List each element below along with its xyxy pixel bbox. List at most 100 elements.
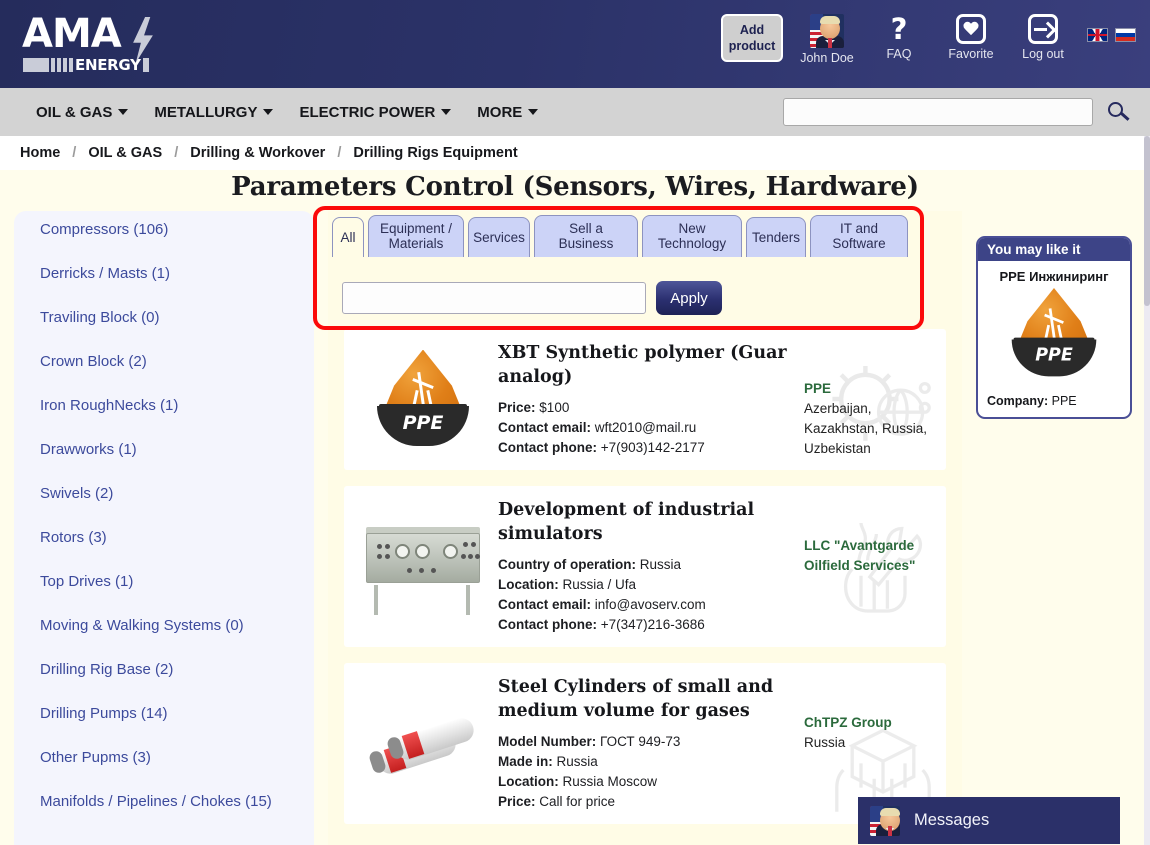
- breadcrumb-separator: /: [72, 145, 77, 161]
- breadcrumb: Home / OIL & GAS / Drilling & Workover /…: [0, 136, 1150, 170]
- spec-label: Contact phone:: [498, 617, 597, 632]
- ppe-logo-image[interactable]: PPE: [978, 288, 1130, 388]
- recommendation-company: Company: PPE: [978, 388, 1130, 408]
- nav-item-metallurgy[interactable]: METALLURGY: [154, 103, 274, 121]
- apply-button[interactable]: Apply: [656, 281, 722, 315]
- sidebar-item-rotors[interactable]: Rotors (3): [40, 529, 314, 547]
- sidebar-item-moving-walking-systems[interactable]: Moving & Walking Systems (0): [40, 617, 314, 635]
- control-panel-photo[interactable]: [358, 498, 488, 635]
- tab-sell-a-business[interactable]: Sell a Business: [534, 215, 638, 257]
- tab-all[interactable]: All: [332, 217, 364, 257]
- logout-link[interactable]: Log out: [1015, 14, 1071, 61]
- spec-value: +7(903)142-2177: [600, 440, 705, 455]
- sidebar-item-crown-block[interactable]: Crown Block (2): [40, 353, 314, 371]
- chevron-down-icon: [441, 109, 452, 115]
- page-root: AMA ENERGY Add product John Doe ? FAQ Fa…: [0, 0, 1150, 845]
- breadcrumb-separator: /: [337, 145, 342, 161]
- logo-text-energy: ENERGY: [75, 56, 141, 74]
- company-name[interactable]: LLC "Avantgarde Oilfield Services": [804, 536, 932, 576]
- search-input[interactable]: [784, 99, 1092, 125]
- question-mark-icon: ?: [890, 12, 908, 46]
- listing-spec: Made in: Russia: [498, 752, 932, 772]
- spec-value: Russia: [639, 557, 682, 572]
- tab-tenders[interactable]: Tenders: [746, 217, 806, 257]
- search-box[interactable]: [783, 98, 1093, 126]
- spec-value: info@avoserv.com: [594, 597, 706, 612]
- page-title: Parameters Control (Sensors, Wires, Hard…: [231, 172, 919, 202]
- site-logo[interactable]: AMA ENERGY: [22, 13, 168, 75]
- listing-company[interactable]: PPE Azerbaijan, Kazakhstan, Russia, Uzbe…: [804, 379, 932, 459]
- spec-label: Contact email:: [498, 597, 592, 612]
- user-profile-link[interactable]: John Doe: [799, 14, 855, 65]
- spec-value: Russia / Ufa: [562, 577, 637, 592]
- messages-bar[interactable]: Messages: [858, 797, 1120, 844]
- nav-label: METALLURGY: [154, 103, 258, 121]
- listing-company[interactable]: ChTPZ Group Russia: [804, 713, 932, 753]
- sidebar-item-drilling-rig-base[interactable]: Drilling Rig Base (2): [40, 661, 314, 679]
- sidebar-item-swivels[interactable]: Swivels (2): [40, 485, 314, 503]
- flag-uk-icon[interactable]: [1087, 28, 1108, 42]
- filter-input[interactable]: [342, 282, 646, 314]
- company-name[interactable]: ChTPZ Group: [804, 713, 932, 733]
- breadcrumb-item-drilling-workover[interactable]: Drilling & Workover: [190, 145, 325, 161]
- favorite-link[interactable]: Favorite: [943, 14, 999, 61]
- heart-icon: [956, 14, 986, 44]
- add-product-button[interactable]: Add product: [721, 14, 783, 62]
- spec-value: $100: [539, 400, 570, 415]
- tab-new-technology[interactable]: New Technology: [642, 215, 742, 257]
- spec-label: Contact email:: [498, 420, 592, 435]
- spec-value: wft2010@mail.ru: [594, 420, 697, 435]
- sidebar-item-drilling-pumps[interactable]: Drilling Pumps (14): [40, 705, 314, 723]
- company-location: Azerbaijan, Kazakhstan, Russia, Uzbekist…: [804, 401, 928, 456]
- tab-it-and-software[interactable]: IT and Software: [810, 215, 908, 257]
- listing-company[interactable]: LLC "Avantgarde Oilfield Services": [804, 536, 932, 576]
- spec-label: Model Number:: [498, 734, 597, 749]
- spec-label: Location:: [498, 774, 559, 789]
- company-label: Company:: [987, 394, 1049, 408]
- nav-item-oil-gas[interactable]: OIL & GAS: [36, 103, 129, 121]
- spec-label: Country of operation:: [498, 557, 636, 572]
- nav-label: MORE: [477, 103, 523, 121]
- sidebar-item-traviling-block[interactable]: Traviling Block (0): [40, 309, 314, 327]
- flag-russia-icon[interactable]: [1115, 28, 1136, 42]
- category-sidebar: Compressors (106) Derricks / Masts (1) T…: [14, 211, 314, 845]
- listing-card[interactable]: PPE XBT Synthetic polymer (Guar analog) …: [344, 329, 946, 470]
- nav-item-more[interactable]: MORE: [477, 103, 539, 121]
- messages-label: Messages: [914, 811, 990, 829]
- sidebar-item-top-drives[interactable]: Top Drives (1): [40, 573, 314, 591]
- tab-equipment-materials[interactable]: Equipment / Materials: [368, 215, 464, 257]
- listing-card[interactable]: Development of industrial simulators Cou…: [344, 486, 946, 647]
- site-header: AMA ENERGY Add product John Doe ? FAQ Fa…: [0, 0, 1150, 88]
- sidebar-item-manifolds-pipelines-chokes[interactable]: Manifolds / Pipelines / Chokes (15): [40, 793, 314, 811]
- breadcrumb-item-current: Drilling Rigs Equipment: [353, 145, 518, 161]
- nav-item-electric-power[interactable]: ELECTRIC POWER: [299, 104, 452, 121]
- listing-card[interactable]: Steel Cylinders of small and medium volu…: [344, 663, 946, 824]
- faq-link[interactable]: ? FAQ: [871, 14, 927, 61]
- recommendation-panel: You may like it PPE Инжиниринг PPE Compa…: [976, 236, 1132, 419]
- sidebar-item-derricks-masts[interactable]: Derricks / Masts (1): [40, 265, 314, 283]
- breadcrumb-item-home[interactable]: Home: [20, 145, 60, 161]
- filter-bar: Apply: [342, 281, 722, 315]
- company-location: Russia: [804, 735, 846, 750]
- scrollbar-thumb[interactable]: [1144, 136, 1150, 306]
- chevron-down-icon: [528, 109, 539, 115]
- chevron-down-icon: [263, 109, 274, 115]
- recommendation-title[interactable]: PPE Инжиниринг: [978, 269, 1130, 284]
- main-navbar: OIL & GAS METALLURGY ELECTRIC POWER MORE: [0, 88, 1150, 136]
- breadcrumb-item-oil-gas[interactable]: OIL & GAS: [88, 145, 162, 161]
- avatar: [810, 14, 844, 48]
- company-name[interactable]: PPE: [804, 379, 932, 399]
- search-icon[interactable]: [1108, 102, 1130, 124]
- sidebar-item-compressors[interactable]: Compressors (106): [40, 221, 314, 239]
- spec-value: Russia: [556, 754, 598, 769]
- sidebar-item-other-pupms[interactable]: Other Pupms (3): [40, 749, 314, 767]
- sidebar-item-drawworks[interactable]: Drawworks (1): [40, 441, 314, 459]
- gas-cylinders-image[interactable]: [358, 675, 488, 812]
- nav-label: OIL & GAS: [36, 103, 113, 121]
- page-scrollbar[interactable]: [1144, 136, 1150, 845]
- ppe-logo-image[interactable]: PPE: [358, 341, 488, 458]
- tab-services[interactable]: Services: [468, 217, 530, 257]
- spec-label: Location:: [498, 577, 559, 592]
- logout-arrow-icon: [1028, 14, 1058, 44]
- sidebar-item-iron-roughnecks[interactable]: Iron RoughNecks (1): [40, 397, 314, 415]
